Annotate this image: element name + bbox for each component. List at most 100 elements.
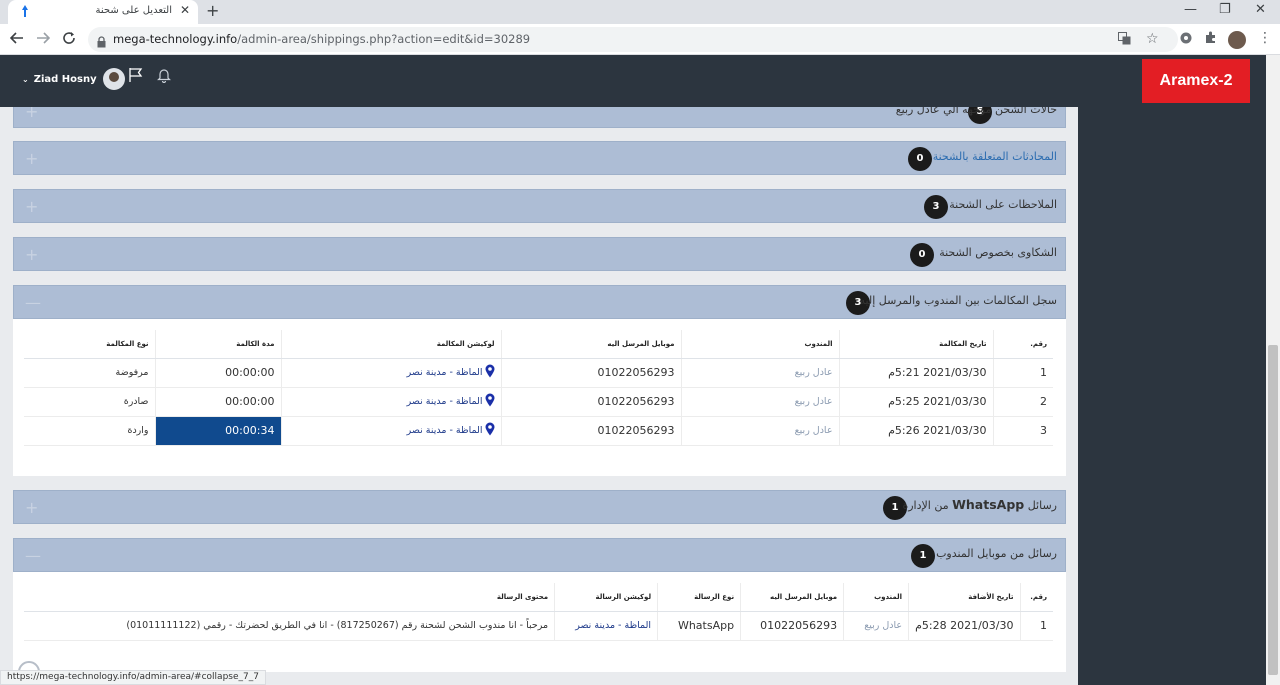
cell-duration: 00:00:34 xyxy=(155,416,282,446)
table-row: 3 2021/03/30 5:26م عادل ربيع 01022056293… xyxy=(24,416,1053,446)
cell-num: 1 xyxy=(1020,611,1053,641)
forward-icon[interactable] xyxy=(36,31,51,49)
scrollbar-thumb[interactable] xyxy=(1268,345,1278,675)
panel-title[interactable]: المحادثات المتعلقة بالشحنة xyxy=(933,150,1057,163)
map-pin-icon xyxy=(485,393,495,410)
browser-toolbar: mega-technology.info/admin-area/shipping… xyxy=(0,24,1280,55)
panel-shipment-statuses[interactable]: + 5 حالات الشحن موجهه الي عادل ربيع xyxy=(13,107,1066,128)
cell-agent[interactable]: عادل ربيع xyxy=(681,387,840,417)
col-header: موبايل المرسل اليه xyxy=(501,330,682,359)
collapse-icon[interactable]: — xyxy=(25,546,41,565)
panel-title: رسائل من موبايل المندوب xyxy=(936,547,1057,560)
cell-num: 1 xyxy=(993,358,1053,388)
col-header: نوع المكالمة xyxy=(24,330,156,359)
col-header: نوع الرسالة xyxy=(657,583,742,612)
panel-whatsapp-admin[interactable]: + 1 رسائل WhatsApp من الإدارة xyxy=(13,490,1066,524)
puzzle-icon[interactable] xyxy=(1204,31,1217,48)
table-header-row: رقم. تاريخ الأضافة المندوب موبايل المرسل… xyxy=(24,583,1053,612)
more-menu-icon[interactable]: ⋮ xyxy=(1258,30,1272,46)
panel-title: سجل المكالمات بين المندوب والمرسل إليه xyxy=(859,294,1057,307)
expand-icon[interactable]: + xyxy=(25,498,38,517)
extension-icon[interactable] xyxy=(1180,32,1192,48)
count-badge: 0 xyxy=(908,147,932,171)
bookmark-star-icon[interactable]: ☆ xyxy=(1146,31,1159,47)
count-badge: 3 xyxy=(924,195,948,219)
cell-mobile: 01022056293 xyxy=(501,387,682,417)
cell-content: مرحباً - انا مندوب الشحن لشحنة رقم (8172… xyxy=(24,611,556,641)
reload-icon[interactable] xyxy=(62,31,76,49)
user-menu[interactable]: ⌄ Ziad Hosny xyxy=(22,68,125,90)
cell-mobile: 01022056293 xyxy=(501,358,682,388)
minimize-icon[interactable]: — xyxy=(1184,2,1197,17)
cell-location[interactable]: الماظة - مدينة نصر xyxy=(281,387,502,417)
col-header: تاريخ المكالمة xyxy=(839,330,994,359)
panel-call-log[interactable]: — 3 سجل المكالمات بين المندوب والمرسل إل… xyxy=(13,285,1066,319)
panel-conversations[interactable]: + 0 المحادثات المتعلقة بالشحنة xyxy=(13,141,1066,175)
main-content: + 5 حالات الشحن موجهه الي عادل ربيع + 0 … xyxy=(0,107,1078,685)
table-header-row: رقم. تاريخ المكالمة المندوب موبايل المرس… xyxy=(24,330,1053,359)
cell-location[interactable]: الماظة - مدينة نصر xyxy=(281,416,502,446)
count-badge: 1 xyxy=(911,544,935,568)
page-scrollbar[interactable] xyxy=(1266,55,1280,685)
address-bar[interactable]: mega-technology.info/admin-area/shipping… xyxy=(88,27,1178,52)
cell-mobile: 01022056293 xyxy=(740,611,845,641)
panel-title: حالات الشحن موجهه الي عادل ربيع xyxy=(895,107,1057,116)
cell-type: صادرة xyxy=(24,387,156,417)
bell-icon[interactable] xyxy=(156,67,174,85)
panel-complaints[interactable]: + 0 الشكاوى بخصوص الشحنة xyxy=(13,237,1066,271)
col-header: المندوب xyxy=(681,330,840,359)
cell-date: 2021/03/30 5:25م xyxy=(839,387,994,417)
new-tab-button[interactable]: + xyxy=(206,1,219,20)
tab-close-icon[interactable]: ✕ xyxy=(180,3,190,17)
expand-icon[interactable]: + xyxy=(25,149,38,168)
cell-location[interactable]: الماظة - مدينة نصر xyxy=(554,611,659,641)
call-log-table: رقم. تاريخ المكالمة المندوب موبايل المرس… xyxy=(24,330,1053,446)
cell-agent[interactable]: عادل ربيع xyxy=(843,611,910,641)
translate-icon[interactable] xyxy=(1118,32,1131,48)
brand-logo[interactable]: Aramex-2 xyxy=(1142,59,1250,103)
collapse-icon[interactable]: — xyxy=(25,293,41,312)
window-close-icon[interactable]: ✕ xyxy=(1255,2,1266,17)
table-row: 1 2021/03/30 5:28م عادل ربيع 01022056293… xyxy=(24,611,1053,641)
col-header: لوكيشن الرسالة xyxy=(554,583,659,612)
agent-messages-table: رقم. تاريخ الأضافة المندوب موبايل المرسل… xyxy=(24,583,1053,641)
cell-message-type: WhatsApp xyxy=(657,611,742,641)
right-sidebar xyxy=(1078,107,1266,685)
cell-mobile: 01022056293 xyxy=(501,416,682,446)
browser-tab-strip: التعديل على شحنة ✕ + — ❐ ✕ xyxy=(0,0,1280,24)
restore-icon[interactable]: ❐ xyxy=(1219,2,1231,17)
cell-agent[interactable]: عادل ربيع xyxy=(681,416,840,446)
user-avatar xyxy=(102,68,125,90)
panel-agent-messages[interactable]: — 1 رسائل من موبايل المندوب xyxy=(13,538,1066,572)
browser-tab[interactable]: التعديل على شحنة ✕ xyxy=(8,0,198,24)
panel-notes[interactable]: + 3 الملاحظات على الشحنة xyxy=(13,189,1066,223)
expand-icon[interactable]: + xyxy=(25,197,38,216)
cell-date: 2021/03/30 5:28م xyxy=(908,611,1021,641)
cell-duration: 00:00:00 xyxy=(155,387,282,417)
status-bar-url: https://mega-technology.info/admin-area/… xyxy=(0,670,266,685)
cell-type: مرفوضة xyxy=(24,358,156,388)
col-header: رقم. xyxy=(1020,583,1053,612)
expand-icon[interactable]: + xyxy=(25,245,38,264)
col-header: لوكيشن المكالمة xyxy=(281,330,502,359)
back-icon[interactable] xyxy=(9,31,24,49)
table-row: 1 2021/03/30 5:21م عادل ربيع 01022056293… xyxy=(24,358,1053,388)
cell-date: 2021/03/30 5:26م xyxy=(839,416,994,446)
panel-title: الملاحظات على الشحنة xyxy=(949,198,1057,211)
chevron-down-icon: ⌄ xyxy=(22,74,29,84)
profile-avatar[interactable] xyxy=(1228,31,1246,49)
site-favicon-icon xyxy=(18,4,32,20)
cell-type: واردة xyxy=(24,416,156,446)
cell-location[interactable]: الماظة - مدينة نصر xyxy=(281,358,502,388)
agent-messages-body: رقم. تاريخ الأضافة المندوب موبايل المرسل… xyxy=(13,572,1066,672)
col-header: محتوى الرسالة xyxy=(24,583,556,612)
count-badge: 0 xyxy=(910,243,934,267)
tab-title: التعديل على شحنة xyxy=(95,5,172,16)
user-name: Ziad Hosny xyxy=(33,73,97,85)
flag-icon[interactable] xyxy=(128,67,146,85)
url-text: mega-technology.info/admin-area/shipping… xyxy=(113,32,531,46)
expand-icon[interactable]: + xyxy=(25,107,38,121)
cell-agent[interactable]: عادل ربيع xyxy=(681,358,840,388)
cell-num: 3 xyxy=(993,416,1053,446)
lock-icon xyxy=(97,33,106,48)
